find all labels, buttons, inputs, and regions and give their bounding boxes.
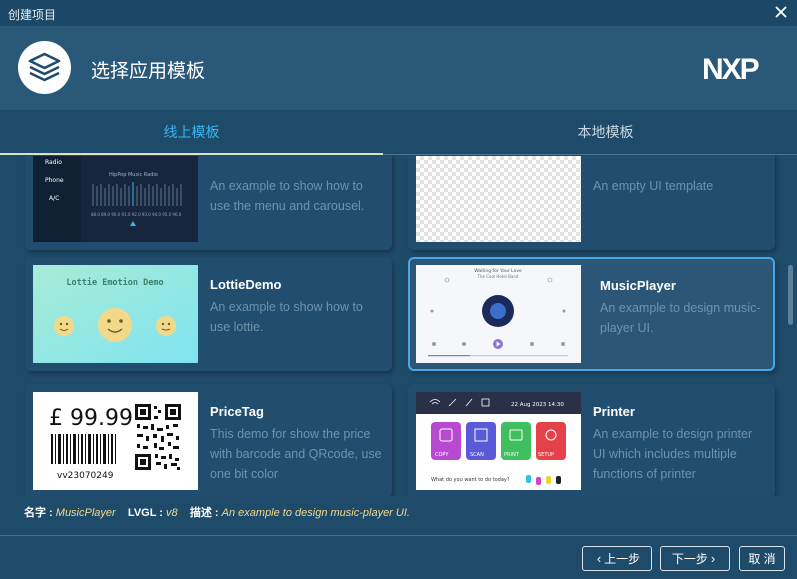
thumb-freqs: 88.0 89.0 90.0 91.0 92.0 93.0 94.0 95.0 … bbox=[91, 212, 182, 217]
chevron-right-icon: › bbox=[710, 551, 716, 566]
template-desc: An example to show how to use the menu a… bbox=[210, 179, 365, 213]
next-button[interactable]: 下一步 › bbox=[660, 546, 730, 571]
template-thumbnail bbox=[416, 156, 581, 242]
thumb-btn-scan: SCAN bbox=[470, 452, 484, 458]
template-card-empty[interactable]: An empty UI template bbox=[408, 156, 775, 250]
template-tabs: 线上模板 本地模板 bbox=[0, 110, 797, 155]
scrollbar[interactable] bbox=[788, 160, 793, 490]
chevron-left-icon: ‹ bbox=[596, 551, 602, 566]
template-desc: An empty UI template bbox=[593, 179, 714, 193]
template-desc: An example to design music-player UI. bbox=[600, 301, 761, 335]
header: 选择应用模板 NXP bbox=[0, 26, 797, 110]
template-name: MusicPlayer bbox=[600, 278, 676, 293]
thumb-question: What do you want to do today? bbox=[431, 477, 510, 483]
template-name: Printer bbox=[593, 404, 635, 419]
thumb-code: vv23070249 bbox=[57, 471, 114, 481]
info-desc-key: 描述 : bbox=[189, 507, 222, 519]
template-name: LottieDemo bbox=[210, 277, 282, 292]
thumb-date: 22 Aug 2023 14:30 bbox=[511, 402, 564, 408]
cancel-button-label: 取 消 bbox=[748, 552, 776, 566]
info-name-value: MusicPlayer bbox=[55, 507, 116, 519]
selected-template-info: 名字 : MusicPlayer LVGL : v8 描述 : An examp… bbox=[24, 504, 410, 520]
nxp-logo: NXP bbox=[702, 53, 761, 83]
info-name-key: 名字 : bbox=[24, 507, 56, 519]
thumb-menu-ac: A/C bbox=[49, 195, 59, 202]
thumb-menu-radio: Radio bbox=[45, 159, 62, 166]
info-lvgl-key: LVGL : bbox=[127, 507, 167, 519]
info-lvgl-value: v8 bbox=[166, 507, 178, 519]
prev-button[interactable]: ‹ 上一步 bbox=[582, 546, 652, 571]
page-title: 选择应用模板 bbox=[91, 61, 206, 82]
template-card-menu[interactable]: Radio Phone A/C HipPop Music Radio 88.0 … bbox=[25, 156, 392, 250]
thumb-price: £ 99.99 bbox=[49, 406, 133, 431]
template-thumbnail: Radio Phone A/C HipPop Music Radio 88.0 … bbox=[33, 156, 198, 242]
layers-icon bbox=[18, 41, 71, 94]
template-desc: An example to design printer UI which in… bbox=[593, 427, 753, 481]
template-name: PriceTag bbox=[210, 404, 264, 419]
thumb-radio-header: HipPop Music Radio bbox=[109, 172, 158, 178]
create-project-dialog: 创建项目 选择应用模板 NXP 线上模板 本地模板 Radio Phone A/… bbox=[0, 0, 797, 579]
template-desc: This demo for show the price with barcod… bbox=[210, 427, 382, 481]
title-bar: 创建项目 bbox=[0, 0, 797, 26]
cancel-button[interactable]: 取 消 bbox=[739, 546, 785, 571]
thumb-lottie-title: Lottie Emotion Demo bbox=[66, 277, 163, 288]
footer-divider bbox=[0, 535, 797, 536]
template-card-musicplayer[interactable]: Waiting for Your Love The Cool Hotel Ban… bbox=[408, 257, 775, 371]
template-thumbnail: £ 99.99 vv23070249 bbox=[33, 392, 198, 490]
prev-button-label: 上一步 bbox=[604, 552, 641, 566]
thumb-artist: The Cool Hotel Band bbox=[477, 274, 519, 279]
template-card-lottiedemo[interactable]: Lottie Emotion Demo LottieDemo An exampl… bbox=[25, 257, 392, 371]
tab-online-templates[interactable]: 线上模板 bbox=[0, 110, 383, 155]
thumb-menu-phone: Phone bbox=[45, 177, 64, 184]
template-desc: An example to show how to use lottie. bbox=[210, 300, 363, 334]
template-thumbnail: 22 Aug 2023 14:30 COPY SCAN PRINT SETUP bbox=[416, 392, 581, 490]
template-thumbnail: Lottie Emotion Demo bbox=[33, 265, 198, 363]
close-icon[interactable] bbox=[771, 2, 791, 22]
template-card-pricetag[interactable]: £ 99.99 vv23070249 PriceTag This demo fo… bbox=[25, 384, 392, 496]
svg-text:NXP: NXP bbox=[702, 53, 759, 83]
scrollbar-thumb[interactable] bbox=[788, 265, 793, 325]
template-thumbnail: Waiting for Your Love The Cool Hotel Ban… bbox=[416, 265, 581, 363]
thumb-btn-print: PRINT bbox=[504, 452, 520, 458]
window-title: 创建项目 bbox=[8, 8, 57, 22]
next-button-label: 下一步 bbox=[671, 552, 708, 566]
tab-local-templates[interactable]: 本地模板 bbox=[414, 110, 797, 155]
template-card-printer[interactable]: 22 Aug 2023 14:30 COPY SCAN PRINT SETUP bbox=[408, 384, 775, 496]
info-desc-value: An example to design music-player UI. bbox=[221, 507, 410, 519]
thumb-btn-copy: COPY bbox=[435, 452, 449, 458]
thumb-btn-setup: SETUP bbox=[538, 452, 554, 458]
template-grid: Radio Phone A/C HipPop Music Radio 88.0 … bbox=[0, 156, 797, 496]
